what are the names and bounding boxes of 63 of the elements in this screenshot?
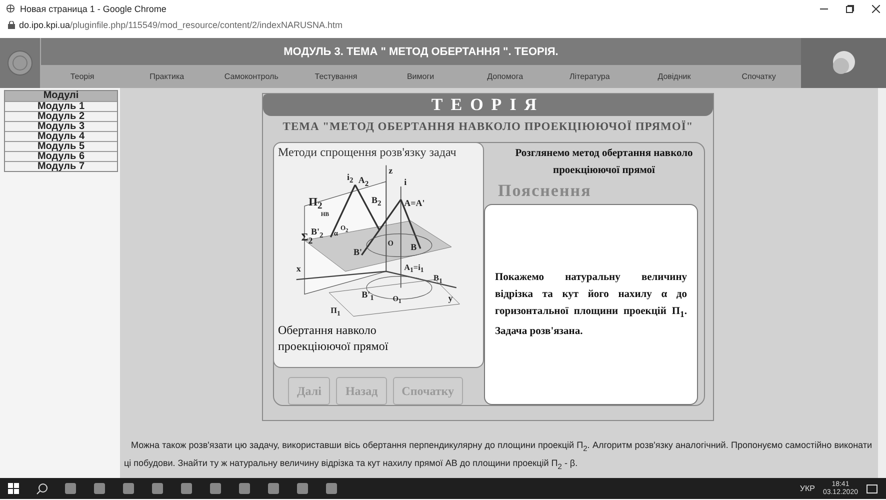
diagram-label: y [448,293,453,304]
modules-heading: Модулі [5,91,117,101]
module-link[interactable]: Модуль 7 [5,161,117,171]
diagram-label: x [296,264,301,274]
diagram-label: B [410,242,417,253]
taskbar-app-icon[interactable] [325,482,338,495]
close-icon[interactable] [872,4,880,12]
taskbar-app-icon[interactable] [296,482,309,495]
card-title: ТЕОРІЯ [263,94,713,116]
nav-link[interactable]: Практика [124,68,210,85]
diagram-label: B'$_{2}$ [311,227,324,238]
taskbar-app-icon[interactable] [122,482,135,495]
scrollbar[interactable] [878,88,886,478]
diagram-label: i [404,178,407,188]
diagram-label: B' [354,248,362,258]
nav-link[interactable]: Самоконтроль [209,68,294,85]
diagram-label: B$_{2}$ [371,195,382,206]
intro-text: Розглянемо метод обертання навколо проекціюючої прямої [514,147,694,178]
page-title: МОДУЛЬ 3. ТЕМА " МЕТОД ОБЕРТАННЯ ". ТЕОРІЯ. [40,38,801,65]
address-field[interactable]: do.ipo.kpi.ua/pluginfile.php/115549/mod_resource/content/2/indexNARUSNA.htm [19,20,343,30]
taskbar-app-icon[interactable] [209,482,222,495]
diagram-label: A=A' [404,198,425,209]
restore-icon[interactable] [846,4,854,12]
search-icon[interactable] [36,482,48,494]
window-title: Новая страница 1 - Google Chrome [20,4,166,14]
globe-icon [6,4,15,13]
windows-icon[interactable] [8,482,20,494]
nav-link[interactable]: Довідник [632,68,716,85]
diagram-label: z [388,166,393,176]
notification-icon[interactable] [866,482,878,494]
nav-link[interactable]: Література [547,68,632,85]
nav-link[interactable]: Допомога [462,68,548,85]
diagram-label: Π$_{1}$ [330,306,340,316]
module-link[interactable]: Модуль 3 [5,121,117,131]
nav-link[interactable]: Теорія [40,68,125,85]
diagram-label: B'$_{1}$ [362,290,374,300]
taskbar-app-icon[interactable] [267,482,280,495]
module-link[interactable]: Модуль 4 [5,131,117,141]
figure-caption: Обертання навколо проекціюючої прямої [278,322,390,354]
figure-caption: Методи спрощення розв'язку задач [278,145,456,160]
emblem-icon [7,50,33,76]
taskbar-app-icon[interactable] [151,482,164,495]
taskbar-app-icon[interactable] [64,482,77,495]
taskbar-app-icon[interactable] [238,482,251,495]
diagram-label: i$_{2}$ [346,172,354,182]
note-paragraph: Можна також розв'язати цю задачу, використавши вісь обертання перпендикулярну до площини проекцій П$_{2}$. Алгоритм розв'язку аналогічний. Пропонуємо самостійно виконати ці побудови. Знайти ту ж натуральну величину відрізка та кут нахилу прямої АВ до площини проекцій П$_{2}$ - β. [123,439,873,473]
nav-link[interactable]: Вимоги [378,68,463,85]
explanation-text: Покажемо натуральну величину відрізка та кут його нахилу α до горизонтальної площини проекцій П$_{1}$. Задача розв'язана. [495,270,687,340]
taskbar-app-icon[interactable] [93,482,106,495]
lock-icon [8,20,15,28]
module-link[interactable]: Модуль 1 [5,101,117,111]
explanation-heading: Пояснення [498,181,592,201]
nav-link[interactable]: Тестування [294,68,378,85]
taskbar-app-icon[interactable] [180,482,193,495]
module-link[interactable]: Модуль 6 [5,151,117,161]
diagram-label: B$_{1}$ [434,274,442,283]
module-link[interactable]: Модуль 2 [5,111,117,121]
language-indicator[interactable]: УКР [800,484,815,493]
topic-title: ТЕМА "МЕТОД ОБЕРТАННЯ НАВКОЛО ПРОЕКЦІЮЮЧОЇ ПРЯМОЇ" [282,121,694,133]
module-link[interactable]: Модуль 5 [5,141,117,151]
nav-link[interactable]: Спочатку [716,68,802,85]
diagram-label: A$_{1}$=i$_{1}$ [404,263,424,272]
diagram-label: A$_{2}$ [358,176,369,186]
